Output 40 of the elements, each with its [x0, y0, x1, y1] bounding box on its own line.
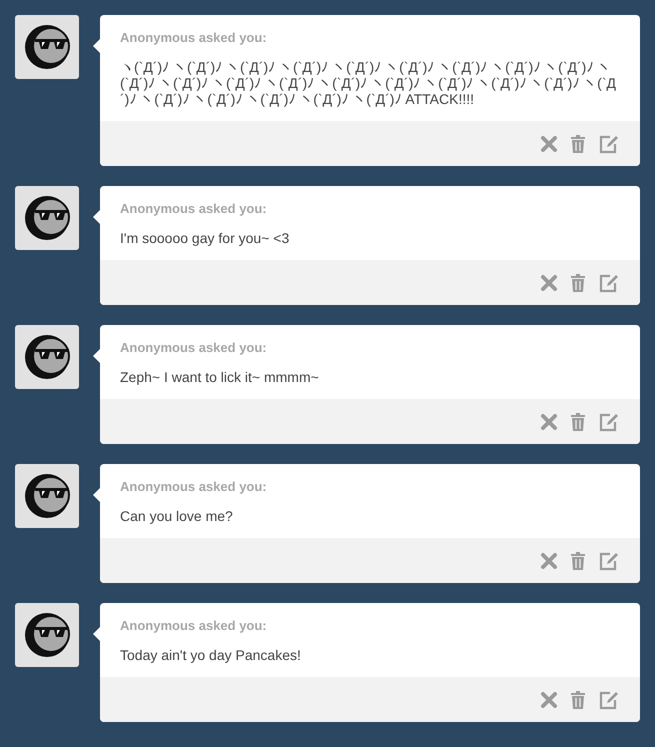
delete-button[interactable]: [570, 690, 586, 710]
edit-icon: [598, 134, 620, 154]
close-button[interactable]: [540, 690, 558, 708]
question-text: Zeph~ I want to lick it~ mmmm~: [120, 369, 320, 385]
edit-icon: [598, 412, 620, 432]
trash-icon: [570, 690, 586, 710]
close-button[interactable]: [540, 552, 558, 570]
question-text: I'm sooooo gay for you~ <3: [120, 230, 290, 246]
close-button[interactable]: [540, 274, 558, 292]
close-button[interactable]: [540, 412, 558, 430]
edit-button[interactable]: [598, 690, 620, 710]
delete-button[interactable]: [570, 412, 586, 432]
delete-button[interactable]: [570, 272, 586, 292]
edit-button[interactable]: [598, 412, 620, 432]
close-icon: [540, 552, 558, 570]
edit-button[interactable]: [598, 550, 620, 570]
question-text: Can you love me?: [120, 508, 234, 524]
close-icon: [540, 412, 558, 430]
asker-label: Anonymous asked you:: [120, 479, 268, 494]
trash-icon: [570, 272, 586, 292]
trash-icon: [570, 412, 586, 432]
edit-button[interactable]: [598, 134, 620, 154]
close-button[interactable]: [540, 134, 558, 152]
edit-icon: [598, 550, 620, 570]
edit-button[interactable]: [598, 272, 620, 292]
edit-icon: [598, 690, 620, 710]
asker-label: Anonymous asked you:: [120, 340, 268, 355]
trash-icon: [570, 550, 586, 570]
delete-button[interactable]: [570, 134, 586, 154]
asker-label: Anonymous asked you:: [120, 618, 268, 633]
edit-icon: [598, 272, 620, 292]
question-text: Today ain't yo day Pancakes!: [120, 647, 302, 663]
question-text: ヽ(`Д´)ﾉ ヽ(`Д´)ﾉ ヽ(`Д´)ﾉ ヽ(`Д´)ﾉ ヽ(`Д´)ﾉ ヽ(`Д´)ﾉ ヽ(`Д´)ﾉ ヽ(`Д´)ﾉ ヽ(`Д´)ﾉ ヽ(`Д´)ﾉ ヽ(`Д´)ﾉ ヽ(`Д´)ﾉ ヽ(`Д´)ﾉ ヽ(`Д´)ﾉ ヽ(`Д´)ﾉ ヽ(`Д´)ﾉ ヽ(`Д´)ﾉ ヽ(`Д´)ﾉ ヽ(`Д´)ﾉ ヽ(`Д´)ﾉ ヽ(`Д´)ﾉ ヽ(`Д´)ﾉ ヽ(`Д´)ﾉ ヽ(`Д´)ﾉ ATTACK!!!!: [120, 59, 617, 107]
close-icon: [540, 690, 558, 708]
delete-button[interactable]: [570, 550, 586, 570]
trash-icon: [570, 134, 586, 154]
asker-label: Anonymous asked you:: [120, 201, 268, 216]
asker-label: Anonymous asked you:: [120, 30, 268, 45]
close-icon: [540, 274, 558, 292]
close-icon: [540, 134, 558, 152]
